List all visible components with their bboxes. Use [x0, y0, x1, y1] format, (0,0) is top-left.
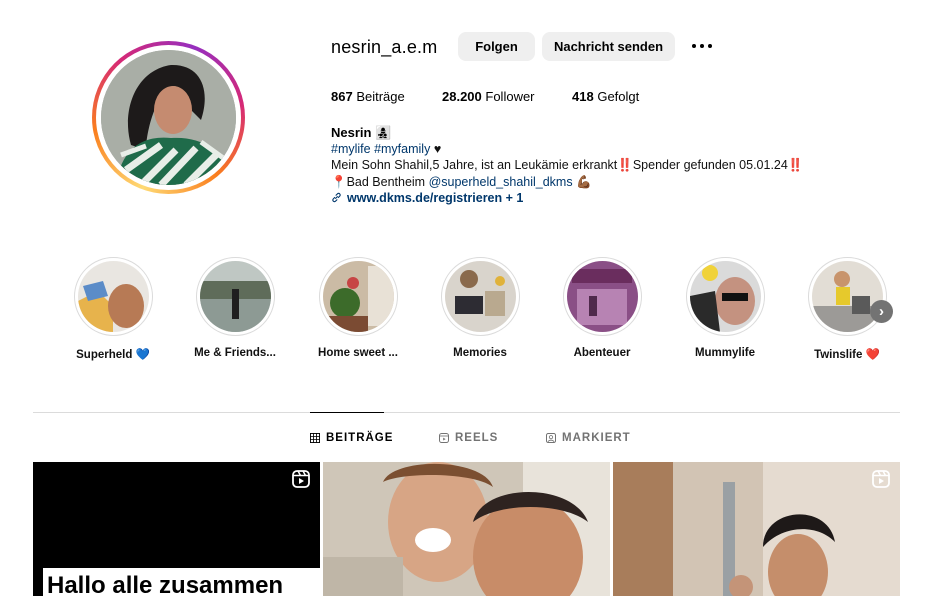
highlight-superheld[interactable]: Superheld 💙	[58, 257, 168, 361]
reel-icon	[292, 470, 310, 488]
external-link[interactable]: www.dkms.de/registrieren + 1	[347, 191, 523, 205]
heart-emoji: ♥	[433, 142, 442, 156]
bio-link-row[interactable]: www.dkms.de/registrieren + 1	[331, 191, 523, 205]
highlight-label: Superheld 💙	[76, 349, 150, 361]
highlight-memories[interactable]: Memories	[425, 257, 535, 359]
post-thumbnail[interactable]	[613, 462, 900, 596]
post-photo	[613, 462, 900, 596]
follow-button[interactable]: Folgen	[458, 32, 535, 61]
send-message-button[interactable]: Nachricht senden	[542, 32, 675, 61]
highlight-home[interactable]: Home sweet ...	[303, 257, 413, 359]
highlight-mummylife[interactable]: Mummylife	[670, 257, 780, 359]
more-options-icon[interactable]	[689, 36, 715, 56]
reel-icon	[872, 470, 890, 488]
tab-reels[interactable]: REELS	[439, 432, 498, 444]
hashtag-link[interactable]: #mylife #myfamily	[331, 142, 430, 156]
highlight-label: Twinslife ❤️	[814, 349, 880, 361]
bio-hashtags: #mylife #myfamily ♥	[331, 142, 441, 156]
chevron-right-icon[interactable]: ›	[870, 300, 893, 323]
tab-tagged[interactable]: MARKIERT	[546, 432, 631, 444]
profile-username: nesrin_a.e.m	[331, 37, 438, 57]
reels-icon	[439, 433, 449, 443]
muscle-emoji: 💪🏾	[576, 175, 592, 189]
highlight-label: Me & Friends...	[194, 347, 276, 359]
link-icon	[332, 192, 341, 203]
highlight-me-friends[interactable]: Me & Friends...	[180, 257, 290, 359]
highlight-label: Abenteuer	[573, 347, 631, 359]
tabs-divider	[33, 412, 900, 413]
bio-text: Mein Sohn Shahil,5 Jahre, ist an Leukämi…	[331, 158, 804, 172]
pin-icon: 📍	[331, 175, 347, 189]
post-photo	[323, 462, 610, 596]
highlight-label: Home sweet ...	[318, 347, 398, 359]
highlight-label: Mummylife	[694, 347, 756, 359]
posts-count: 867 Beiträge	[331, 89, 405, 104]
followers-count[interactable]: 28.200 Follower	[442, 89, 535, 104]
following-count[interactable]: 418 Gefolgt	[572, 89, 639, 104]
highlight-label: Memories	[453, 347, 507, 359]
highlight-abenteuer[interactable]: Abenteuer	[547, 257, 657, 359]
post-thumbnail[interactable]	[323, 462, 610, 596]
profile-avatar[interactable]	[92, 41, 245, 194]
bio-location: 📍Bad Bentheim @superheld_shahil_dkms 💪🏾	[331, 175, 592, 189]
avatar-photo	[101, 50, 236, 185]
post-thumbnail[interactable]: Hallo alle zusammen	[33, 462, 320, 596]
tab-posts[interactable]: BEITRÄGE	[310, 432, 393, 444]
mention-link[interactable]: @superheld_shahil_dkms	[429, 175, 573, 189]
active-tab-indicator	[310, 412, 384, 413]
grid-icon	[310, 433, 320, 443]
bio-name: Nesrin 👩‍👧‍👦	[331, 125, 392, 140]
tagged-icon	[546, 433, 556, 443]
post-caption: Hallo alle zusammen	[47, 572, 284, 596]
